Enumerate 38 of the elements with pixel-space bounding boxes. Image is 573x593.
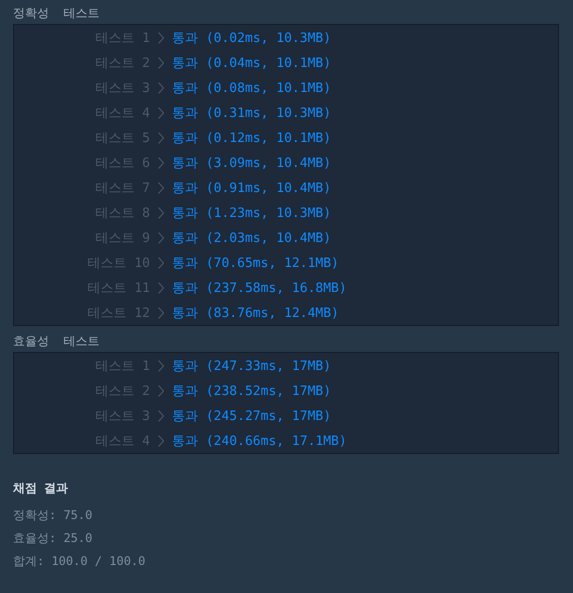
test-result: 통과 (0.04ms, 10.1MB) (172, 54, 332, 72)
score-line: 효율성: 25.0 (13, 530, 94, 547)
test-result: 통과 (70.65ms, 12.1MB) (172, 254, 339, 272)
test-result: 통과 (0.08ms, 10.1MB) (172, 80, 332, 96)
test-result: 통과 (0.91ms, 10.4MB) (172, 180, 332, 196)
chevron-right-icon (158, 106, 164, 118)
chevron-right-icon (158, 306, 164, 318)
test-result: 통과 (237.58ms, 16.8MB) (172, 280, 347, 296)
section-title: 효율성 테스트 (13, 333, 100, 350)
test-result: 통과 (247.33ms, 17MB) (172, 358, 332, 374)
chevron-right-icon (158, 410, 164, 422)
test-result: 통과 (1.23ms, 10.3MB) (172, 204, 332, 222)
test-result: 통과 (0.31ms, 10.3MB) (172, 104, 332, 122)
test-result: 통과 (0.02ms, 10.3MB) (172, 30, 332, 46)
score-line: 합계: 100.0 / 100.0 (13, 553, 146, 570)
chevron-right-icon (158, 56, 164, 68)
chevron-right-icon (158, 82, 164, 94)
chevron-right-icon (158, 156, 164, 168)
score-line: 정확성: 75.0 (13, 507, 94, 524)
summary-title: 채점 결과 (13, 480, 70, 497)
chevron-right-icon (158, 256, 164, 268)
chevron-right-icon (158, 434, 164, 446)
test-result: 통과 (245.27ms, 17MB) (172, 408, 332, 424)
chevron-right-icon (158, 132, 164, 144)
chevron-right-icon (158, 182, 164, 194)
test-result: 통과 (3.09ms, 10.4MB) (172, 154, 332, 172)
test-result: 통과 (240.66ms, 17.1MB) (172, 432, 347, 450)
test-result: 통과 (83.76ms, 12.4MB) (172, 304, 339, 322)
chevron-right-icon (158, 232, 164, 244)
chevron-right-icon (158, 206, 164, 218)
test-result: 통과 (0.12ms, 10.1MB) (172, 130, 332, 146)
chevron-right-icon (158, 384, 164, 396)
chevron-right-icon (158, 360, 164, 372)
section-title: 정확성 테스트 (13, 5, 100, 22)
test-result: 통과 (238.52ms, 17MB) (172, 382, 332, 400)
chevron-right-icon (158, 32, 164, 44)
test-result: 통과 (2.03ms, 10.4MB) (172, 230, 332, 246)
chevron-right-icon (158, 282, 164, 294)
